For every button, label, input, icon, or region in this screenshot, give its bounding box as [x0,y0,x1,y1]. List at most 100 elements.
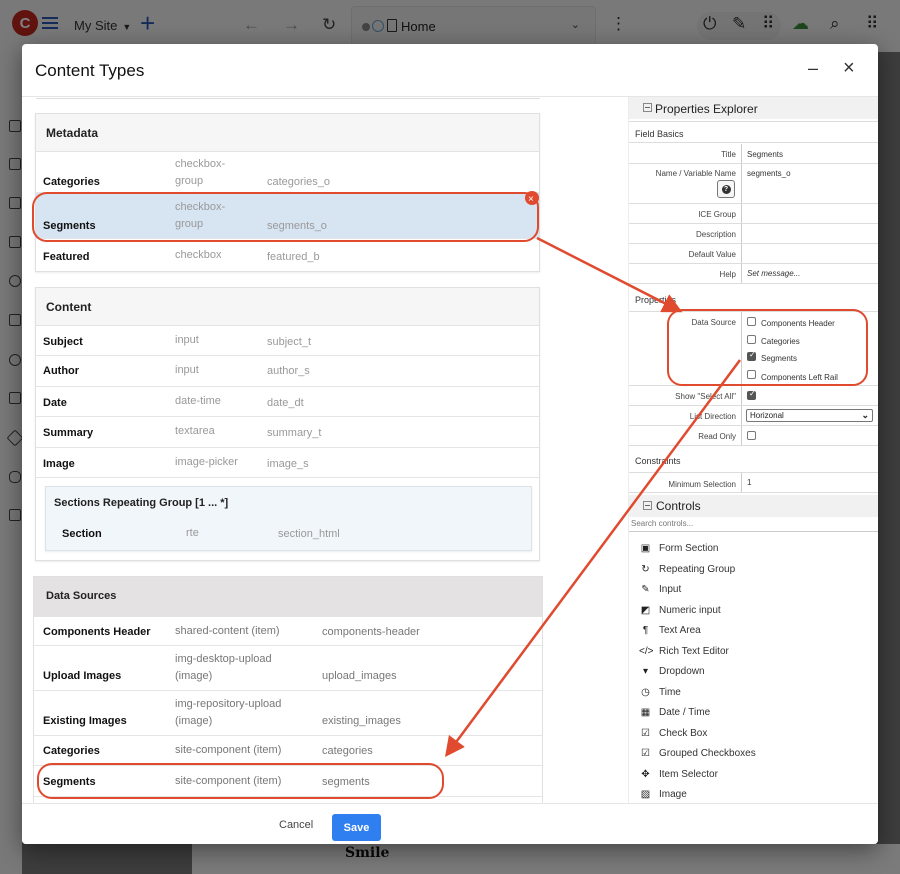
control-icon: ▾ [642,666,649,677]
field-label: Author [43,365,80,377]
checkbox-components-left-rail[interactable] [747,370,756,379]
min-selection-input[interactable]: 1 [747,478,751,487]
collapse-icon[interactable] [643,103,652,112]
section-title: Metadata [36,114,539,152]
control-item[interactable]: ☑ Check Box [639,728,707,739]
field-variable: categories_o [267,176,330,188]
help-input[interactable]: Set message... [747,269,800,278]
metadata-section[interactable]: Metadata Categories checkbox-group categ… [35,113,540,272]
controls-header[interactable]: Controls [629,495,878,517]
field-variable: author_s [267,365,310,377]
datasource-row[interactable]: Categories site-component (item) categor… [34,736,542,766]
control-item[interactable]: ◷ Time [639,687,681,698]
properties-heading: Properties [629,287,878,312]
default-value-input[interactable] [747,244,877,263]
control-icon: </> [639,645,654,657]
field-variable: subject_t [267,336,312,348]
field-row[interactable]: Subject input subject_t [36,326,539,356]
minimize-icon[interactable]: – [808,58,818,79]
control-icon: ◩ [640,604,651,616]
ice-group-input[interactable] [747,204,877,223]
close-icon[interactable]: × [843,57,855,80]
datasource-label: Upload Images [43,670,122,682]
control-item[interactable]: ▾ Dropdown [639,666,705,677]
control-icon: ☑ [641,748,650,759]
field-row[interactable]: Author input author_s [36,356,539,387]
datasource-row[interactable]: Components Header shared-content (item) … [34,617,542,646]
dialog-body: Metadata Categories checkbox-group categ… [22,96,878,804]
datasource-type: img-desktop-upload (image) [175,653,272,682]
data-sources-section[interactable]: Data Sources Components Header shared-co… [33,576,543,804]
checkbox-categories[interactable] [747,335,756,344]
dialog-footer: Cancel Save [22,803,878,844]
datasource-type: shared-content (item) [175,625,280,637]
repeating-group[interactable]: Sections Repeating Group [1 ... *] Secti… [45,486,532,551]
field-label: Date [43,397,67,409]
field-type: image-picker [175,456,238,468]
read-only-checkbox[interactable] [747,431,756,440]
field-type: date-time [175,395,221,407]
field-label[interactable]: Section [62,528,102,540]
checkbox-segments[interactable] [747,350,756,361]
control-item[interactable]: ▨ Image [639,789,687,800]
datasource-label: Categories [43,745,100,757]
control-item[interactable]: </> Rich Text Editor [639,646,729,657]
field-type: input [175,364,199,376]
save-button[interactable]: Save [332,814,381,841]
control-item[interactable]: ▦ Date / Time [639,707,710,718]
field-row[interactable]: Featured checkbox featured_b [36,239,539,271]
prop-list-direction: List Direction Horizonal ⌄ [629,406,878,426]
checkbox-components-header[interactable] [747,317,756,326]
controls-search-input[interactable]: Search controls... [629,517,878,532]
field-label: Subject [43,336,83,348]
field-basics-heading: Field Basics [629,121,878,143]
show-select-all-checkbox[interactable] [747,389,756,400]
datasource-row[interactable]: Upload Images img-desktop-upload (image) … [34,646,542,691]
field-row[interactable]: Image image-picker image_s [36,448,539,478]
chevron-down-icon: ⌄ [861,410,869,420]
content-section[interactable]: Content Subject input subject_t Author i… [35,287,540,561]
help-button[interactable]: ? [717,180,735,198]
control-item[interactable]: ☑ Grouped Checkboxes [639,748,756,759]
field-type: textarea [175,425,215,437]
section-title: Content [36,288,539,326]
list-direction-select[interactable]: Horizonal ⌄ [746,409,873,422]
field-type: input [175,334,199,346]
datasource-label: Segments [43,776,96,788]
form-canvas[interactable]: Metadata Categories checkbox-group categ… [22,97,552,804]
field-variable: featured_b [267,251,320,263]
field-row[interactable]: Summary textarea summary_t [36,417,539,448]
control-item[interactable]: ▣ Form Section [639,543,719,554]
datasource-row[interactable]: Existing Images img-repository-upload (im… [34,691,542,736]
field-row[interactable]: Date date-time date_dt [36,387,539,417]
title-input[interactable]: Segments [747,150,783,159]
control-icon: ☑ [641,727,650,739]
prop-min-selection: Minimum Selection 1 [629,473,878,493]
field-type: checkbox-group [175,158,226,187]
prop-default-value: Default Value [629,244,878,264]
datasource-type: site-component (item) [175,775,282,787]
field-label: Featured [43,251,90,263]
cancel-button[interactable]: Cancel [279,819,313,831]
properties-explorer-header[interactable]: Properties Explorer [629,97,878,119]
field-row[interactable]: Categories checkbox-group categories_o [36,152,539,193]
control-icon: ↻ [641,563,650,575]
control-item[interactable]: ✎ Input [639,584,681,595]
control-item[interactable]: ↻ Repeating Group [639,564,735,575]
control-icon: ▣ [640,543,651,554]
field-type: checkbox [175,249,222,261]
collapse-icon[interactable] [643,501,652,510]
datasource-type: img-repository-upload (image) [175,698,282,727]
control-item[interactable]: ◩ Numeric input [639,605,721,616]
datasource-id: categories [322,745,373,757]
control-item[interactable]: ✥ Item Selector [639,769,718,780]
name-input[interactable]: segments_o [747,169,791,178]
prop-help: Help Set message... [629,264,878,284]
description-input[interactable] [747,224,877,243]
content-types-dialog: Content Types – × Metadata Categories ch… [22,44,878,844]
datasource-row[interactable]: Segments site-component (item) segments [34,766,542,797]
field-type: checkbox-group [175,201,226,230]
field-row-selected[interactable]: Segments checkbox-group segments_o [36,193,539,239]
control-item[interactable]: ¶ Text Area [639,625,701,636]
field-label: Image [43,458,75,470]
